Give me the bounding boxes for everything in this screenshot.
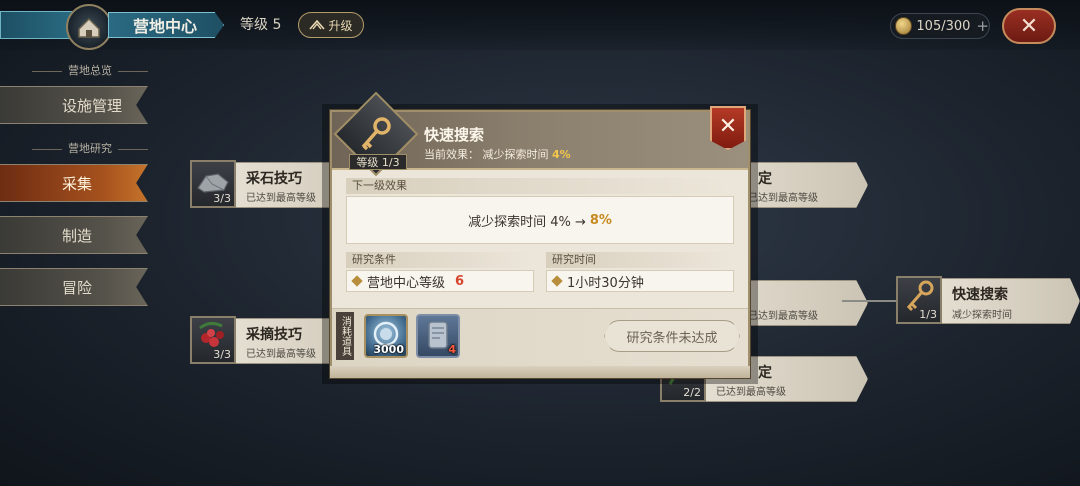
upgrade-icon — [309, 18, 326, 33]
current-effect-text: 减少探索时间 — [482, 148, 549, 161]
close-page-button[interactable]: ✕ — [1002, 8, 1056, 44]
resource-counter[interactable]: 105/300 + — [890, 13, 990, 39]
node-level: 1/3 — [919, 308, 937, 321]
node-status: 减少探索时间 — [952, 310, 1012, 321]
node-status: 已达到最高等级 — [748, 193, 818, 204]
tree-connector — [842, 300, 898, 302]
research-condition: 营地中心等级 6 — [346, 270, 534, 292]
node-status: 已达到最高等级 — [246, 193, 316, 204]
dialog-footer — [330, 366, 750, 378]
key-icon — [356, 114, 396, 154]
upgrade-button[interactable]: 升级 — [298, 12, 364, 38]
item-count: 4 — [448, 343, 456, 356]
node-level: 3/3 — [213, 348, 231, 361]
key-icon[interactable]: 1/3 — [896, 276, 942, 324]
node-level: 3/3 — [213, 192, 231, 205]
sidebar-item-adventure[interactable]: 冒险 — [0, 268, 148, 306]
node-status: 已达到最高等级 — [716, 387, 786, 398]
cost-tag: 消耗道具 — [336, 312, 354, 360]
camp-emblem-icon — [66, 4, 112, 50]
node-name: 快速搜索 — [952, 287, 1008, 303]
next-effect-text: 减少探索时间 4% → — [468, 214, 586, 230]
camp-level: 等级 5 — [240, 17, 282, 33]
sidebar-section-overview: 营地总览 — [10, 62, 170, 78]
sidebar-item-label: 冒险 — [62, 278, 93, 297]
dialog-title: 快速搜索 — [424, 126, 485, 144]
node-level: 2/2 — [683, 386, 701, 399]
node-name: 定 — [758, 171, 772, 187]
current-effect-label: 当前效果： — [424, 148, 479, 161]
resource-value: 105/300 — [916, 18, 971, 34]
next-effect-value: 8% — [589, 212, 612, 228]
bullet-diamond-icon — [551, 275, 563, 287]
bullet-diamond-icon — [351, 275, 363, 287]
next-level-effect: 减少探索时间 4% → 8% — [346, 196, 734, 244]
node-name: 采摘技巧 — [246, 327, 302, 343]
next-level-label: 下一级效果 — [346, 178, 734, 194]
stone-tablet-icon[interactable]: 4 — [416, 314, 460, 358]
item-count: 3000 — [373, 343, 404, 356]
sidebar-item-label: 制造 — [62, 226, 93, 245]
research-status-button[interactable]: 研究条件未达成 — [604, 320, 740, 352]
condition-label: 研究条件 — [346, 252, 534, 268]
condition-text: 营地中心等级 — [367, 275, 446, 291]
sidebar-item-label: 采集 — [62, 174, 93, 193]
node-status: 已达到最高等级 — [246, 349, 316, 360]
sidebar-item-label: 设施管理 — [62, 96, 123, 115]
resource-coin-icon — [895, 17, 913, 35]
sidebar-item-gather[interactable]: 采集 — [0, 164, 148, 202]
silver-coin-icon[interactable]: 3000 — [364, 314, 408, 358]
node-name: 定 — [758, 365, 772, 381]
sidebar-item-facility[interactable]: 设施管理 — [0, 86, 148, 124]
research-time: 1小时30分钟 — [546, 270, 734, 292]
sidebar-item-craft[interactable]: 制造 — [0, 216, 148, 254]
sidebar-section-research: 营地研究 — [10, 140, 170, 156]
stone-icon[interactable]: 3/3 — [190, 160, 236, 208]
current-effect: 当前效果： 减少探索时间 4% — [424, 146, 571, 162]
node-name: 采石技巧 — [246, 171, 302, 187]
add-resource-icon[interactable]: + — [976, 17, 989, 35]
page-title: 营地中心 — [108, 12, 224, 38]
condition-value: 6 — [455, 273, 465, 289]
dialog-level-badge: 等级 1/3 — [349, 154, 407, 170]
close-icon: ✕ — [1019, 13, 1039, 39]
close-icon: ✕ — [718, 114, 738, 139]
current-effect-value: 4% — [552, 148, 571, 161]
node-status: 已达到最高等级 — [748, 311, 818, 322]
berry-icon[interactable]: 3/3 — [190, 316, 236, 364]
time-text: 1小时30分钟 — [567, 275, 644, 291]
upgrade-label: 升级 — [328, 18, 353, 33]
time-label: 研究时间 — [546, 252, 734, 268]
